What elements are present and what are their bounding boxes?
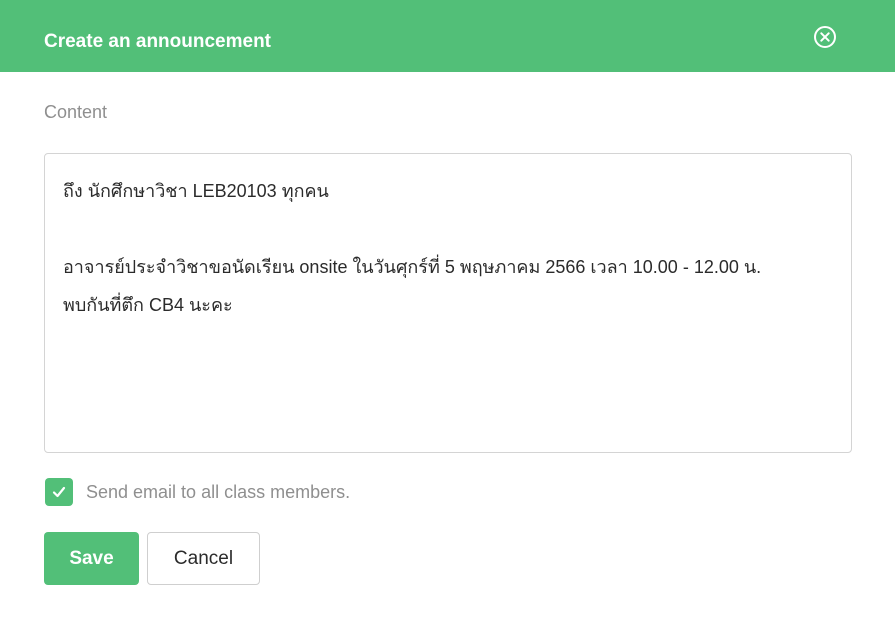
close-icon[interactable] [813, 25, 837, 49]
content-textarea[interactable]: ถึง นักศึกษาวิชา LEB20103 ทุกคน อาจารย์ป… [44, 153, 852, 453]
content-line: ถึง นักศึกษาวิชา LEB20103 ทุกคน [63, 181, 329, 201]
checkmark-icon [52, 486, 66, 498]
cancel-button[interactable]: Cancel [147, 532, 260, 585]
save-button[interactable]: Save [44, 532, 139, 585]
modal-header: Create an announcement [0, 0, 895, 72]
send-email-option: Send email to all class members. [45, 478, 350, 506]
send-email-label[interactable]: Send email to all class members. [86, 481, 350, 503]
announcement-modal: Create an announcement Content ถึง นักศึ… [0, 0, 895, 628]
content-line: พบกันที่ตึก CB4 นะคะ [63, 295, 233, 315]
content-line [63, 210, 833, 248]
content-label: Content [44, 102, 108, 122]
modal-title: Create an announcement [44, 31, 271, 52]
content-line: อาจารย์ประจำวิชาขอนัดเรียน onsite ในวันศ… [63, 257, 762, 277]
send-email-checkbox[interactable] [45, 478, 73, 506]
